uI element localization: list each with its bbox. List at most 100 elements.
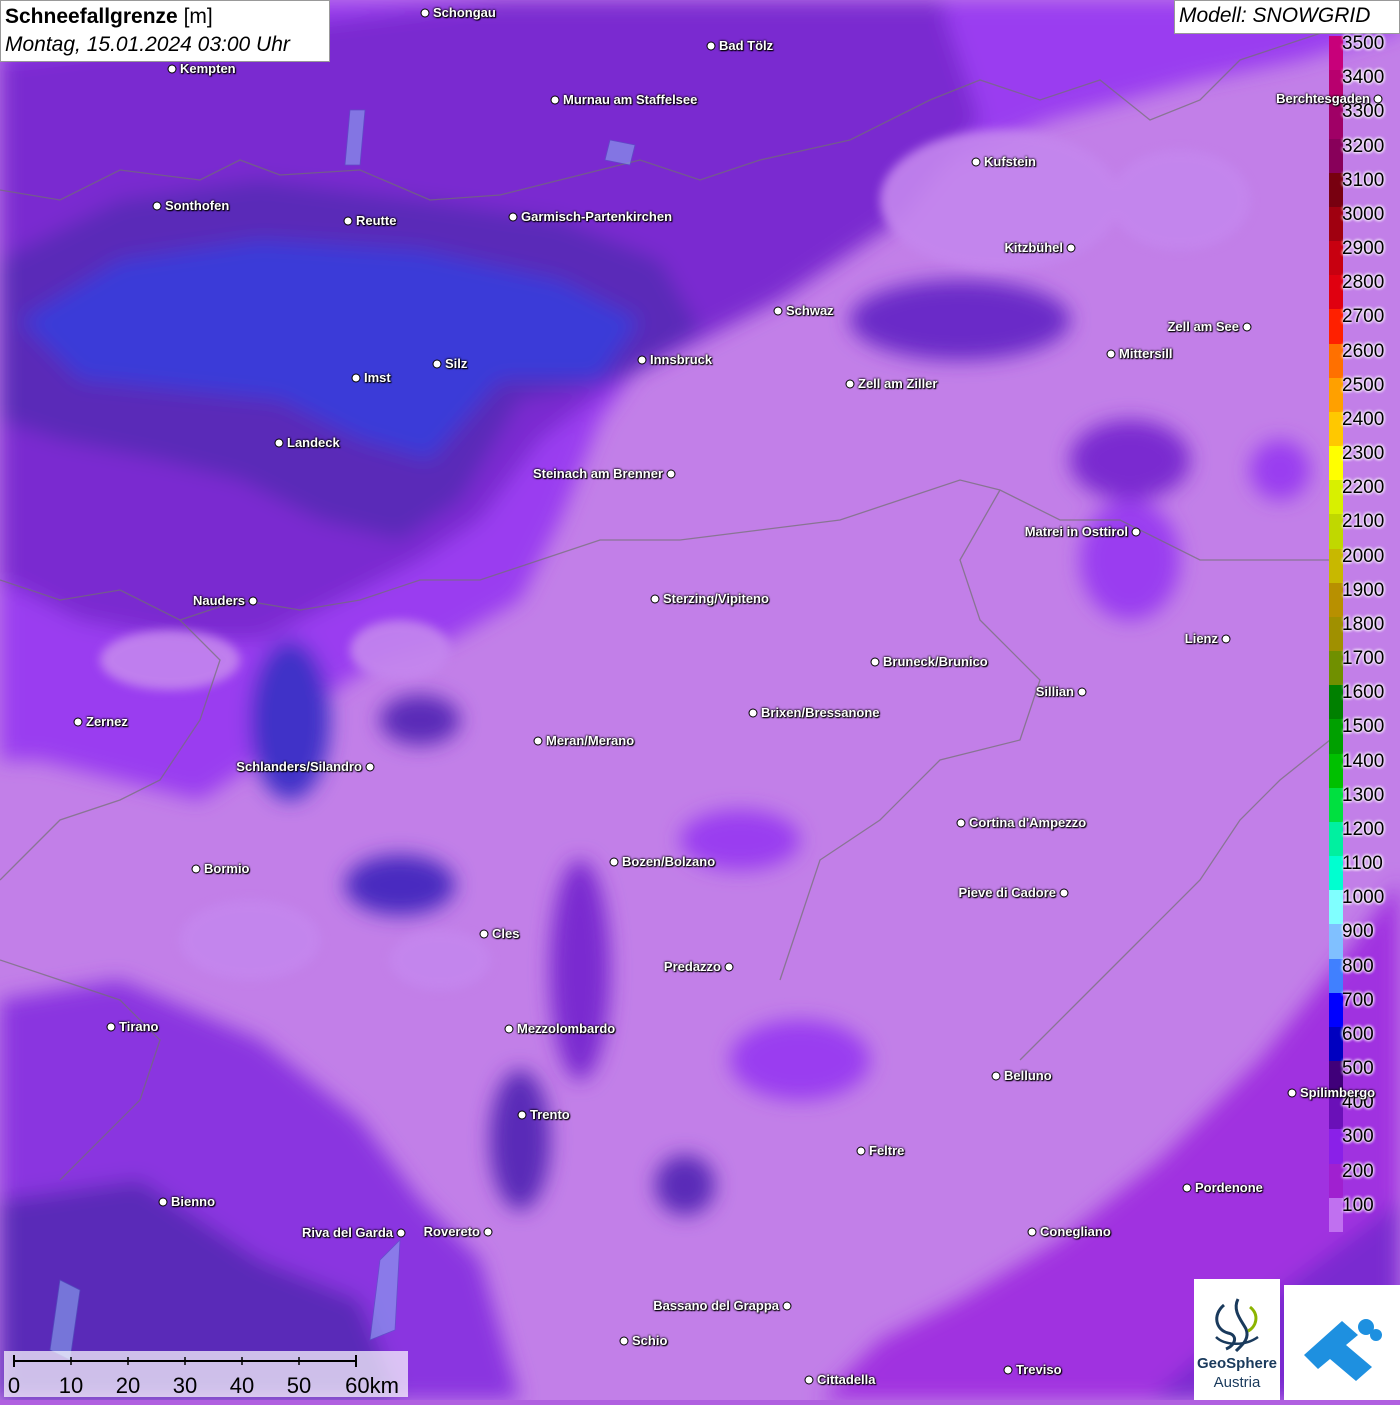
city-label: Silz [445, 356, 468, 371]
city-marker-icon [666, 469, 676, 479]
city-marker-icon [856, 1146, 866, 1156]
city-marker-icon [748, 708, 758, 718]
legend-swatch [1329, 1129, 1343, 1165]
legend-label: 2300 [1342, 443, 1385, 465]
city-marker-icon [550, 95, 560, 105]
model-label: Modell: SNOWGRID [1174, 0, 1400, 34]
legend-swatch [1329, 821, 1343, 857]
legend-label: 3100 [1342, 169, 1385, 191]
legend-label: 3000 [1342, 203, 1385, 225]
city-marker-icon [773, 306, 783, 316]
legend-label: 1300 [1342, 784, 1385, 806]
legend-label: 1200 [1342, 818, 1385, 840]
legend-swatch [1329, 241, 1343, 276]
city-marker-icon [504, 1024, 514, 1034]
city-marker-icon [158, 1197, 168, 1207]
city-marker-icon [637, 355, 647, 365]
legend-swatch [1329, 1095, 1343, 1130]
legend-swatch [1329, 890, 1343, 925]
city-marker-icon [991, 1071, 1001, 1081]
city-label: Cles [492, 926, 520, 941]
city-label: Pordenone [1195, 1180, 1263, 1195]
city-marker-icon [804, 1375, 814, 1385]
city-label: Sonthofen [165, 198, 230, 213]
legend-label: 100 [1342, 1194, 1374, 1216]
title-box: Schneefallgrenze [m] Montag, 15.01.2024 … [0, 0, 330, 62]
legend-swatch [1329, 753, 1343, 789]
legend-label: 300 [1342, 1126, 1374, 1148]
city-label: Reutte [356, 213, 397, 228]
scale-label: 30 [172, 1373, 198, 1398]
city-marker-icon [1027, 1227, 1037, 1237]
city-marker-icon [706, 41, 716, 51]
city-label: Bozen/Bolzano [622, 854, 716, 869]
city-label: Predazzo [663, 959, 721, 974]
legend-swatch [1329, 104, 1343, 139]
legend-label: 800 [1342, 955, 1374, 977]
legend-label: 200 [1342, 1160, 1374, 1182]
city-label: Zernez [86, 714, 128, 729]
legend-swatch [1329, 992, 1343, 1028]
city-label: Lienz [1184, 631, 1218, 646]
legend-label: 2600 [1342, 340, 1385, 362]
city-label: Matrei in Osttirol [1024, 524, 1128, 539]
city-marker-icon [870, 657, 880, 667]
city-marker-icon [845, 379, 855, 389]
city-marker-icon [1106, 349, 1116, 359]
legend-label: 1400 [1342, 750, 1385, 772]
legend-swatch [1329, 1026, 1343, 1062]
legend-swatch [1329, 856, 1343, 891]
legend-swatch [1329, 480, 1343, 515]
legend-swatch [1329, 582, 1343, 618]
city-marker-icon [956, 818, 966, 828]
legend-swatch [1329, 616, 1343, 652]
city-marker-icon [1066, 243, 1076, 253]
city-label: Riva del Garda [301, 1225, 393, 1240]
legend-swatch [1329, 377, 1343, 413]
city-marker-icon [533, 736, 543, 746]
city-label: Landeck [287, 435, 340, 450]
city-label: Murnau am Staffelsee [563, 92, 698, 107]
legend-label: 2800 [1342, 272, 1385, 294]
legend-swatch [1329, 343, 1343, 379]
legend-label: 1500 [1342, 716, 1385, 738]
city-marker-icon [483, 1227, 493, 1237]
legend-label: 2700 [1342, 306, 1385, 328]
legend-swatch [1329, 446, 1343, 481]
city-marker-icon [106, 1022, 116, 1032]
city-label: Meran/Merano [546, 733, 635, 748]
city-marker-icon [432, 359, 442, 369]
city-label: Schwaz [786, 303, 834, 318]
legend-swatch [1329, 514, 1343, 550]
city-marker-icon [508, 212, 518, 222]
city-marker-icon [365, 762, 375, 772]
scale-label: 40 [229, 1373, 255, 1398]
city-label: Nauders [192, 593, 245, 608]
city-label: Garmisch-Partenkirchen [521, 209, 673, 224]
city-marker-icon [274, 438, 284, 448]
legend-label: 2900 [1342, 238, 1385, 260]
city-marker-icon [650, 594, 660, 604]
city-label: Bormio [204, 861, 250, 876]
legend-label: 900 [1342, 921, 1374, 943]
map-datetime: Montag, 15.01.2024 03:00 Uhr [5, 33, 290, 56]
geosphere-country: Austria [1213, 1374, 1261, 1391]
scale-bar: 0 10 20 30 40 50 60km [4, 1351, 408, 1398]
city-marker-icon [619, 1336, 629, 1346]
city-marker-icon [479, 929, 489, 939]
city-label: Belluno [1004, 1068, 1052, 1083]
city-label: Zell am Ziller [858, 376, 938, 391]
city-marker-icon [420, 8, 430, 18]
geosphere-logo: GeoSphere Austria [1194, 1279, 1280, 1400]
city-label: Bruneck/Brunico [883, 654, 988, 669]
scale-label: 50 [286, 1373, 312, 1398]
city-label: Mezzolombardo [517, 1021, 616, 1036]
city-label: Spilimbergo [1300, 1085, 1376, 1100]
legend-label: 1000 [1342, 887, 1385, 909]
city-label: Schongau [433, 5, 496, 20]
city-label: Sillian [1035, 684, 1074, 699]
legend-label: 3500 [1342, 33, 1385, 54]
legend-swatch [1329, 1163, 1343, 1199]
city-marker-icon [1221, 634, 1231, 644]
legend-swatch [1329, 309, 1343, 345]
